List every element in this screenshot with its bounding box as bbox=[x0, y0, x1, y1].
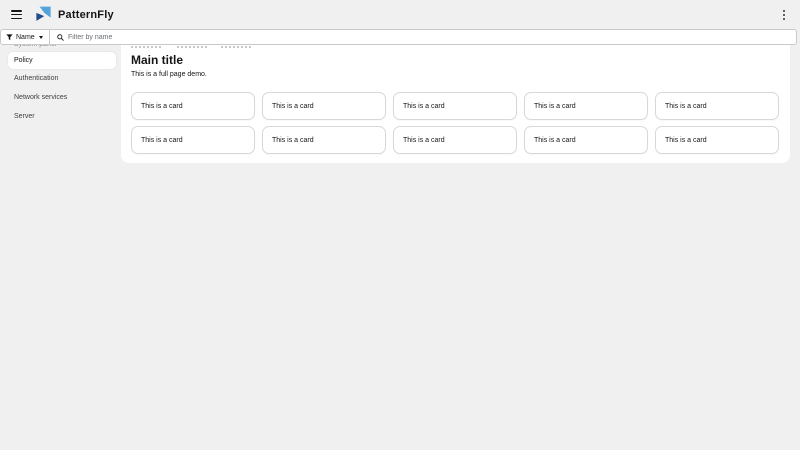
patternfly-logo-icon bbox=[36, 6, 51, 21]
page-title: Main title bbox=[131, 53, 184, 67]
sidebar-item-label: Server bbox=[14, 113, 35, 120]
brand-name: PatternFly bbox=[58, 8, 114, 21]
filter-attribute-label: Name bbox=[16, 33, 35, 41]
card[interactable]: This is a card bbox=[393, 126, 517, 154]
card[interactable]: This is a card bbox=[393, 92, 517, 120]
filter-by-name-input[interactable] bbox=[68, 33, 789, 41]
main-content-panel: Main title This is a full page demo. Thi… bbox=[121, 45, 790, 163]
chevron-down-icon bbox=[38, 35, 43, 39]
card[interactable]: This is a card bbox=[262, 92, 386, 120]
card[interactable]: This is a card bbox=[524, 126, 648, 154]
search-box bbox=[50, 30, 796, 44]
kebab-menu-icon[interactable] bbox=[779, 9, 789, 21]
filter-icon bbox=[6, 33, 13, 40]
breadcrumb-clipped-item bbox=[131, 46, 163, 48]
breadcrumb-clipped-item bbox=[177, 46, 207, 48]
card[interactable]: This is a card bbox=[524, 92, 648, 120]
sidebar-item-authentication[interactable]: Authentication bbox=[0, 69, 121, 88]
brand[interactable]: PatternFly bbox=[34, 5, 114, 24]
sidebar-item-label: Policy bbox=[14, 57, 33, 64]
search-icon bbox=[57, 33, 64, 41]
sidebar-item-server[interactable]: Server bbox=[0, 107, 121, 126]
page-body: System panel Policy Authentication Netwo… bbox=[0, 45, 800, 450]
sidebar-nav: System panel Policy Authentication Netwo… bbox=[0, 45, 121, 450]
hamburger-menu-icon[interactable] bbox=[11, 10, 22, 19]
sidebar-item-label: Network services bbox=[14, 94, 68, 101]
filter-attribute-dropdown[interactable]: Name bbox=[1, 30, 50, 44]
card[interactable]: This is a card bbox=[131, 126, 255, 154]
sidebar-item-policy[interactable]: Policy bbox=[8, 52, 116, 69]
sidebar-item-network-services[interactable]: Network services bbox=[0, 88, 121, 107]
card[interactable]: This is a card bbox=[262, 126, 386, 154]
breadcrumb-clipped-item bbox=[221, 46, 253, 48]
page-subtitle: This is a full page demo. bbox=[131, 71, 207, 78]
sidebar-item-system-panel-clipped[interactable]: System panel bbox=[0, 45, 121, 49]
masthead: PatternFly bbox=[0, 0, 800, 29]
card[interactable]: This is a card bbox=[655, 92, 779, 120]
card[interactable]: This is a card bbox=[131, 92, 255, 120]
breadcrumb-clipped bbox=[131, 45, 779, 48]
sidebar-item-label: Authentication bbox=[14, 75, 59, 82]
filter-toolbar: Name bbox=[0, 29, 797, 45]
card[interactable]: This is a card bbox=[655, 126, 779, 154]
card-grid: This is a card This is a card This is a … bbox=[131, 92, 779, 154]
